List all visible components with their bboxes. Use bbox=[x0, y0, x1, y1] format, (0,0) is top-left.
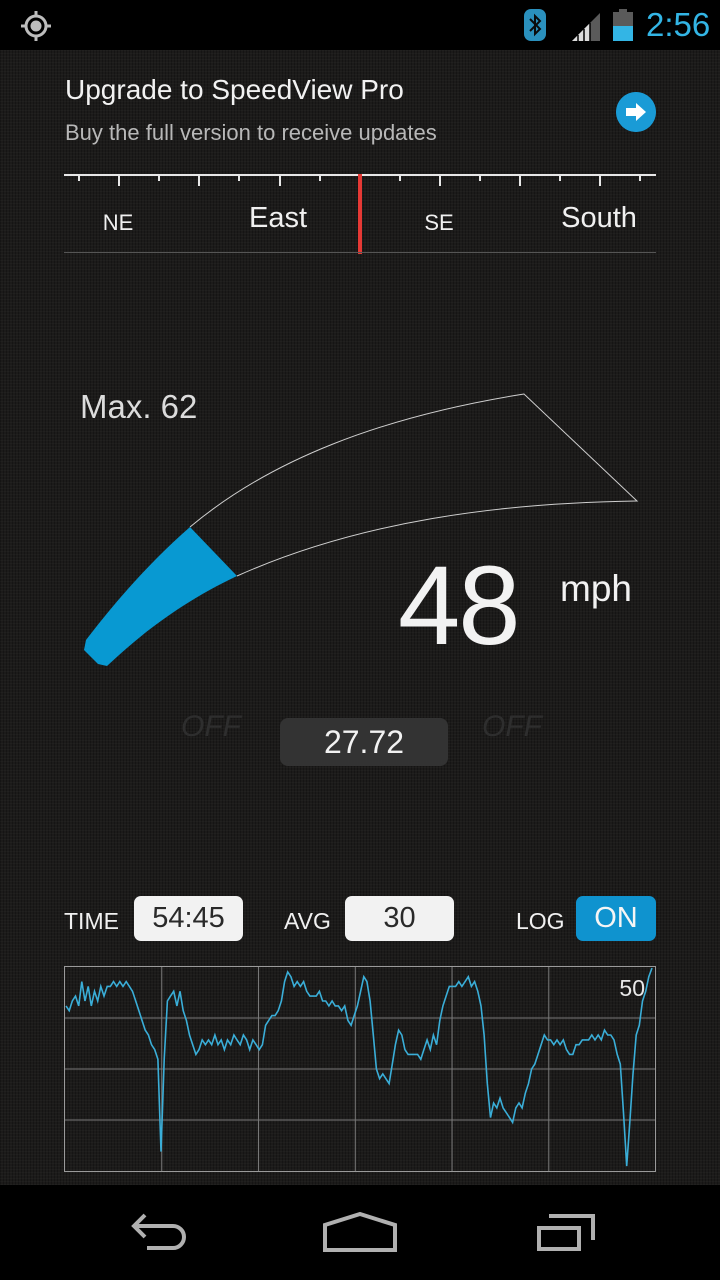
compass-tick bbox=[278, 174, 281, 186]
avg-value[interactable]: 30 bbox=[345, 896, 454, 941]
recents-icon bbox=[537, 1214, 595, 1251]
compass-tick bbox=[639, 174, 642, 181]
log-toggle[interactable]: ON bbox=[576, 896, 656, 941]
speed-history-graph: 50 bbox=[64, 966, 656, 1172]
compass-divider bbox=[64, 252, 656, 253]
back-icon bbox=[131, 1213, 186, 1250]
battery-icon bbox=[613, 9, 633, 41]
compass-tick bbox=[318, 174, 321, 181]
compass-tick bbox=[559, 174, 562, 181]
compass-tick bbox=[438, 174, 441, 186]
compass-label-se: SE bbox=[424, 210, 454, 235]
compass-tick bbox=[479, 174, 481, 181]
speed-history-line bbox=[65, 967, 653, 1167]
navigation-bar bbox=[0, 1185, 720, 1280]
compass-tick bbox=[118, 174, 121, 186]
compass-strip: NE East SE South bbox=[64, 174, 656, 254]
graph-scale-label: 50 bbox=[619, 975, 645, 1001]
log-label: LOG bbox=[516, 908, 565, 934]
current-speed: 48 bbox=[398, 543, 521, 668]
controls-row: TIME 54:45 AVG 30 LOG ON bbox=[64, 896, 656, 942]
compass-label-south: South bbox=[561, 202, 637, 234]
compass-tick bbox=[519, 174, 522, 186]
clock: 2:56 bbox=[646, 6, 711, 43]
avg-label: AVG bbox=[284, 908, 331, 934]
home-icon bbox=[323, 1212, 397, 1252]
gauge-fill bbox=[84, 527, 237, 666]
home-button[interactable] bbox=[315, 1207, 405, 1257]
compass-tick bbox=[238, 174, 241, 181]
trip-distance[interactable]: 27.72 bbox=[280, 718, 448, 766]
compass-tick bbox=[158, 174, 161, 181]
compass-label-east: East bbox=[248, 202, 308, 234]
compass-tick bbox=[198, 174, 201, 186]
time-value[interactable]: 54:45 bbox=[134, 896, 243, 941]
compass-label-ne: NE bbox=[102, 210, 134, 235]
compass-needle bbox=[358, 174, 362, 254]
compass-tick bbox=[599, 174, 602, 186]
signal-icon bbox=[572, 13, 600, 41]
back-button[interactable] bbox=[115, 1207, 205, 1257]
max-speed-label: Max. 62 bbox=[80, 388, 198, 425]
upgrade-subtitle: Buy the full version to receive updates bbox=[65, 120, 437, 145]
right-indicator-off[interactable]: OFF bbox=[482, 710, 542, 744]
arrow-right-circle-icon[interactable] bbox=[616, 92, 656, 132]
compass-tick bbox=[78, 174, 80, 181]
status-bar: 2:56 bbox=[0, 0, 720, 50]
recents-button[interactable] bbox=[517, 1207, 607, 1257]
compass-tick bbox=[398, 174, 401, 181]
left-indicator-off[interactable]: OFF bbox=[181, 710, 241, 744]
upgrade-banner[interactable]: Upgrade to SpeedView Pro Buy the full ve… bbox=[64, 74, 664, 154]
bluetooth-icon bbox=[524, 9, 546, 41]
speed-unit: mph bbox=[560, 568, 632, 609]
speedview-app: Upgrade to SpeedView Pro Buy the full ve… bbox=[0, 50, 720, 1185]
graph-canvas bbox=[65, 967, 655, 1171]
gps-icon bbox=[21, 11, 51, 41]
upgrade-title: Upgrade to SpeedView Pro bbox=[65, 74, 404, 105]
time-label: TIME bbox=[64, 908, 119, 934]
